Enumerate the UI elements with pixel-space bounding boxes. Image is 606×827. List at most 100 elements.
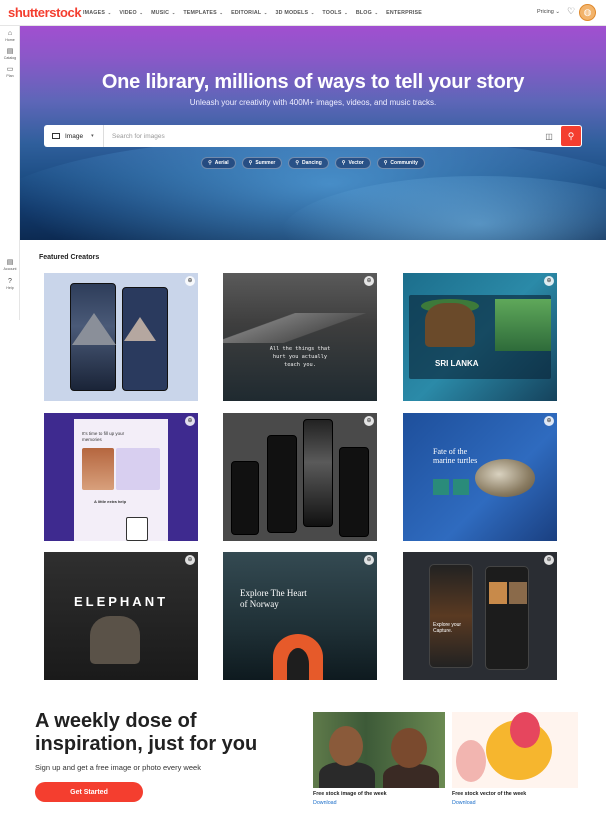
kayak-graphic: [287, 648, 309, 680]
avatar[interactable]: ◍: [579, 4, 596, 21]
plan-icon: ▭: [6, 66, 14, 73]
account-icon: ▤: [6, 259, 14, 266]
pricing-menu[interactable]: Pricing ⌄: [537, 9, 560, 15]
chevron-down-icon: ⌄: [263, 10, 268, 15]
chip-dancing[interactable]: ⚲ Dancing: [288, 157, 329, 169]
phone-mockup: [267, 435, 297, 533]
zoom-icon[interactable]: ⊕: [544, 276, 554, 286]
weekly-subtitle: Sign up and get a free image or photo ev…: [35, 763, 201, 772]
chevron-down-icon: ▾: [91, 133, 94, 139]
sidebar-item-label: Account: [3, 267, 17, 271]
nav-3d-models[interactable]: 3D MODELS ⌄: [275, 10, 314, 16]
pet-photo: [509, 582, 527, 604]
nav-tools[interactable]: TOOLS ⌄: [322, 10, 347, 16]
creator-card[interactable]: Explore your Capture. ⊕: [403, 552, 557, 680]
nav-music-label: MUSIC: [151, 10, 170, 16]
sidebar-item-label: Plan: [6, 74, 14, 78]
search-icon: ⚲: [248, 160, 253, 166]
card-title: Fate of the marine turtles: [433, 447, 478, 465]
nav-enterprise[interactable]: ENTERPRISE: [386, 10, 422, 16]
sidebar-item-account[interactable]: ▤ Account: [0, 259, 20, 271]
zoom-icon[interactable]: ⊕: [544, 416, 554, 426]
elephant-graphic: [90, 616, 140, 664]
nav-templates[interactable]: TEMPLATES ⌄: [183, 10, 223, 16]
hero-title: One library, millions of ways to tell yo…: [101, 71, 525, 93]
nav-video[interactable]: VIDEO ⌄: [119, 10, 143, 16]
chevron-down-icon: ⌄: [310, 10, 315, 15]
creator-card[interactable]: Fate of the marine turtles ⊕: [403, 413, 557, 541]
shutterstock-logo[interactable]: shutterstock: [8, 5, 82, 20]
chip-label: Vector: [348, 160, 364, 166]
creator-card[interactable]: ELEPHANT ⊕: [44, 552, 198, 680]
sidebar-item-help[interactable]: ? Help: [0, 278, 20, 290]
chevron-down-icon: ⌄: [171, 10, 176, 15]
top-navigation-bar: shutterstock IMAGES ⌄ VIDEO ⌄ MUSIC ⌄ TE…: [0, 0, 606, 26]
creator-card[interactable]: SRI LANKA ⊕: [403, 273, 557, 401]
home-icon: ⌂: [7, 30, 13, 37]
creator-card[interactable]: ⊕: [223, 413, 377, 541]
free-vector-download-link[interactable]: Download: [452, 800, 476, 806]
pet-photo: [489, 582, 507, 604]
catalog-icon: ▤: [6, 48, 14, 55]
search-icon: ⚲: [383, 160, 388, 166]
main-nav: IMAGES ⌄ VIDEO ⌄ MUSIC ⌄ TEMPLATES ⌄ EDI…: [83, 0, 430, 26]
card-title: Explore The Heart of Norway: [240, 588, 307, 609]
free-image-caption: Free stock image of the week: [313, 791, 387, 797]
zoom-icon[interactable]: ⊕: [364, 555, 374, 565]
nav-music[interactable]: MUSIC ⌄: [151, 10, 175, 16]
chip-community[interactable]: ⚲ Community: [376, 157, 425, 169]
zoom-icon[interactable]: ⊕: [544, 555, 554, 565]
sidebar-item-catalog[interactable]: ▤ Catalog: [0, 48, 20, 60]
search-button[interactable]: ⚲: [561, 126, 581, 146]
zoom-icon[interactable]: ⊕: [364, 416, 374, 426]
sidebar-item-home[interactable]: ⌂ Home: [0, 30, 20, 42]
free-image-download-link[interactable]: Download: [313, 800, 337, 806]
left-sidebar: ⌂ Home ▤ Catalog ▭ Plan ▤ Account ? Help: [0, 26, 20, 320]
weekly-title: A weekly dose of inspiration, just for y…: [35, 710, 258, 755]
chip-label: Summer: [255, 160, 276, 166]
chip-label: Aerial: [214, 160, 229, 166]
chevron-down-icon: ⌄: [374, 10, 379, 15]
zoom-icon[interactable]: ⊕: [364, 276, 374, 286]
rock-graphic: [425, 303, 475, 347]
sidebar-item-plan[interactable]: ▭ Plan: [0, 66, 20, 78]
camera-icon[interactable]: ◫: [541, 132, 557, 141]
heart-icon[interactable]: ♡: [567, 6, 575, 17]
phone-mockup: [429, 564, 473, 668]
chevron-down-icon: ⌄: [344, 10, 348, 15]
zoom-icon[interactable]: ⊕: [185, 276, 195, 286]
turtle-graphic: [475, 459, 535, 497]
sidebar-item-label: Catalog: [3, 56, 17, 60]
portrait-graphic: [82, 448, 114, 490]
nav-enterprise-label: ENTERPRISE: [386, 10, 423, 16]
chip-label: Community: [390, 160, 418, 166]
chip-vector[interactable]: ⚲ Vector: [334, 157, 371, 169]
thumbnail-graphic: [433, 479, 449, 495]
search-icon: ⚲: [208, 160, 212, 166]
creator-card[interactable]: ⊕: [44, 273, 198, 401]
nav-video-label: VIDEO: [119, 10, 137, 16]
zoom-icon[interactable]: ⊕: [185, 555, 195, 565]
creator-card[interactable]: All the things that hurt you actually te…: [223, 273, 377, 401]
creator-card[interactable]: It's time to fill up your memories A lit…: [44, 413, 198, 541]
free-image-thumbnail[interactable]: [313, 712, 445, 788]
nav-editorial[interactable]: EDITORIAL ⌄: [231, 10, 267, 16]
chip-aerial[interactable]: ⚲ Aerial: [201, 157, 236, 169]
nav-blog[interactable]: BLOG ⌄: [356, 10, 378, 16]
creator-card[interactable]: Explore The Heart of Norway ⊕: [223, 552, 377, 680]
search-type-select[interactable]: Image ▾: [44, 125, 104, 147]
search-bar: Image ▾ ◫ ⚲: [44, 125, 582, 147]
zoom-icon[interactable]: ⊕: [185, 416, 195, 426]
free-vector-thumbnail[interactable]: [452, 712, 578, 788]
get-started-button[interactable]: Get Started: [35, 782, 143, 802]
image-icon: [52, 133, 60, 139]
thumbnail-graphic: [453, 479, 469, 495]
chevron-down-icon: ⌄: [219, 10, 224, 15]
vector-shape: [510, 712, 540, 748]
suggestion-chips: ⚲ Aerial ⚲ Summer ⚲ Dancing ⚲ Vector ⚲ Commun…: [20, 157, 606, 169]
person-graphic: [391, 728, 427, 768]
chip-summer[interactable]: ⚲ Summer: [241, 157, 283, 169]
nav-images[interactable]: IMAGES ⌄: [83, 10, 111, 16]
search-icon: ⚲: [341, 160, 346, 166]
search-input[interactable]: [104, 125, 541, 147]
